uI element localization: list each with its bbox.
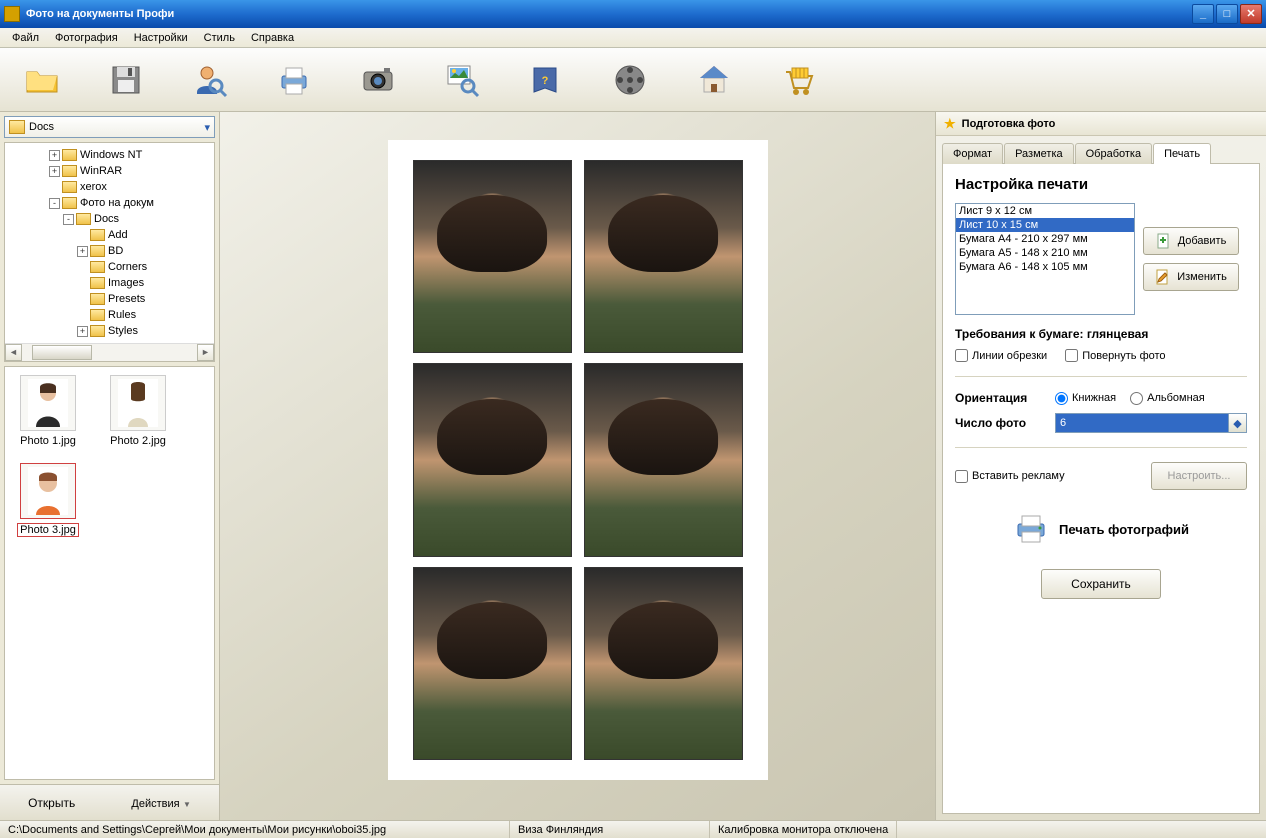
tab-format[interactable]: Формат — [942, 143, 1003, 164]
app-title: Фото на документы Профи — [26, 8, 174, 20]
pencil-icon — [1155, 269, 1171, 285]
photo-tile — [413, 567, 572, 760]
thumbnail[interactable]: Photo 2.jpg — [103, 375, 173, 447]
tree-node[interactable]: -Docs — [7, 211, 212, 227]
menu-style[interactable]: Стиль — [196, 30, 243, 46]
tree-node[interactable]: +Windows NT — [7, 147, 212, 163]
paper-option[interactable]: Лист 9 x 12 см — [956, 204, 1134, 218]
paper-option[interactable]: Бумага A4 - 210 x 297 мм — [956, 232, 1134, 246]
close-button[interactable]: ✕ — [1240, 4, 1262, 24]
tree-node[interactable]: Add — [7, 227, 212, 243]
tab-body-print: Настройка печати Лист 9 x 12 смЛист 10 x… — [942, 163, 1260, 814]
folder-tree[interactable]: +Windows NT+WinRARxerox-Фото на докум-Do… — [4, 142, 215, 362]
statusbar: C:\Documents and Settings\Сергей\Мои док… — [0, 820, 1266, 838]
star-icon: ★ — [944, 116, 956, 132]
image-search-button[interactable] — [440, 58, 484, 102]
thumbnail[interactable]: Photo 3.jpg — [13, 463, 83, 537]
tab-process[interactable]: Обработка — [1075, 143, 1152, 164]
edit-paper-button[interactable]: Изменить — [1143, 263, 1239, 291]
toolbar: ? — [0, 48, 1266, 112]
actions-button[interactable]: Действия ▼ — [114, 789, 207, 817]
tree-node[interactable]: Rules — [7, 307, 212, 323]
menu-file[interactable]: Файл — [4, 30, 47, 46]
photo-count-input[interactable] — [1055, 413, 1229, 433]
tab-layout[interactable]: Разметка — [1004, 143, 1074, 164]
paper-option[interactable]: Бумага A5 - 148 x 210 мм — [956, 246, 1134, 260]
menu-help[interactable]: Справка — [243, 30, 302, 46]
maximize-button[interactable]: □ — [1216, 4, 1238, 24]
plus-icon — [1156, 233, 1172, 249]
tree-node[interactable]: Presets — [7, 291, 212, 307]
insert-ad-checkbox[interactable]: Вставить рекламу — [955, 470, 1065, 483]
tree-node[interactable]: +WinRAR — [7, 163, 212, 179]
titlebar: Фото на документы Профи _ □ ✕ — [0, 0, 1266, 28]
menu-photo[interactable]: Фотография — [47, 30, 126, 46]
orientation-portrait-radio[interactable]: Книжная — [1055, 392, 1116, 405]
cart-button[interactable] — [776, 58, 820, 102]
open-folder-button[interactable] — [20, 58, 64, 102]
photo-count-label: Число фото — [955, 416, 1041, 430]
tab-print[interactable]: Печать — [1153, 143, 1211, 164]
photo-tile — [584, 567, 743, 760]
chevron-down-icon: ▾ — [204, 121, 210, 134]
print-heading: Настройка печати — [955, 176, 1247, 193]
paper-requirements: Требования к бумаге: глянцевая — [955, 327, 1247, 341]
minimize-button[interactable]: _ — [1192, 4, 1214, 24]
photo-tile — [584, 363, 743, 556]
folder-combo[interactable]: Docs ▾ — [4, 116, 215, 138]
orientation-label: Ориентация — [955, 391, 1041, 405]
tree-node[interactable]: Corners — [7, 259, 212, 275]
tree-node[interactable]: +Styles — [7, 323, 212, 339]
printer-icon — [1013, 510, 1049, 549]
print-sheet — [388, 140, 768, 780]
thumbnail-grid: Photo 1.jpg Photo 2.jpg Photo 3.jpg — [4, 366, 215, 780]
menu-settings[interactable]: Настройки — [126, 30, 196, 46]
right-panel: ★ Подготовка фото Формат Разметка Обрабо… — [936, 112, 1266, 820]
orientation-landscape-radio[interactable]: Альбомная — [1130, 392, 1205, 405]
open-button[interactable]: Открыть — [11, 789, 92, 817]
svg-text:?: ? — [542, 75, 549, 87]
configure-ad-button: Настроить... — [1151, 462, 1247, 490]
folder-combo-label: Docs — [29, 121, 54, 133]
thumbnail[interactable]: Photo 1.jpg — [13, 375, 83, 447]
tree-node[interactable]: Images — [7, 275, 212, 291]
count-spinner[interactable]: ◆ — [1229, 413, 1247, 433]
status-path: C:\Documents and Settings\Сергей\Мои док… — [0, 821, 510, 838]
print-button[interactable] — [272, 58, 316, 102]
home-button[interactable] — [692, 58, 736, 102]
person-search-button[interactable] — [188, 58, 232, 102]
film-reel-button[interactable] — [608, 58, 652, 102]
photo-tile — [413, 363, 572, 556]
status-calibration: Калибровка монитора отключена — [710, 821, 897, 838]
right-panel-title: ★ Подготовка фото — [936, 112, 1266, 136]
paper-option[interactable]: Лист 10 x 15 см — [956, 218, 1134, 232]
paper-option[interactable]: Бумага A6 - 148 x 105 мм — [956, 260, 1134, 274]
folder-icon — [9, 120, 25, 134]
tree-node[interactable]: xerox — [7, 179, 212, 195]
camera-button[interactable] — [356, 58, 400, 102]
status-visa: Виза Финляндия — [510, 821, 710, 838]
left-panel: Docs ▾ +Windows NT+WinRARxerox-Фото на д… — [0, 112, 220, 820]
rotate-photo-checkbox[interactable]: Повернуть фото — [1065, 349, 1165, 362]
app-icon — [4, 6, 20, 22]
print-photos-button[interactable]: Печать фотографий — [1059, 522, 1189, 537]
preview-area — [220, 112, 936, 820]
tree-node[interactable]: -Фото на докум — [7, 195, 212, 211]
crop-lines-checkbox[interactable]: Линии обрезки — [955, 349, 1047, 362]
save-button[interactable] — [104, 58, 148, 102]
tree-scrollbar[interactable]: ◄► — [5, 343, 214, 361]
paper-size-list[interactable]: Лист 9 x 12 смЛист 10 x 15 смБумага A4 -… — [955, 203, 1135, 315]
tree-node[interactable]: +BD — [7, 243, 212, 259]
save-settings-button[interactable]: Сохранить — [1041, 569, 1161, 599]
menubar: Файл Фотография Настройки Стиль Справка — [0, 28, 1266, 48]
photo-tile — [413, 160, 572, 353]
help-button[interactable]: ? — [524, 58, 568, 102]
add-paper-button[interactable]: Добавить — [1143, 227, 1239, 255]
photo-tile — [584, 160, 743, 353]
